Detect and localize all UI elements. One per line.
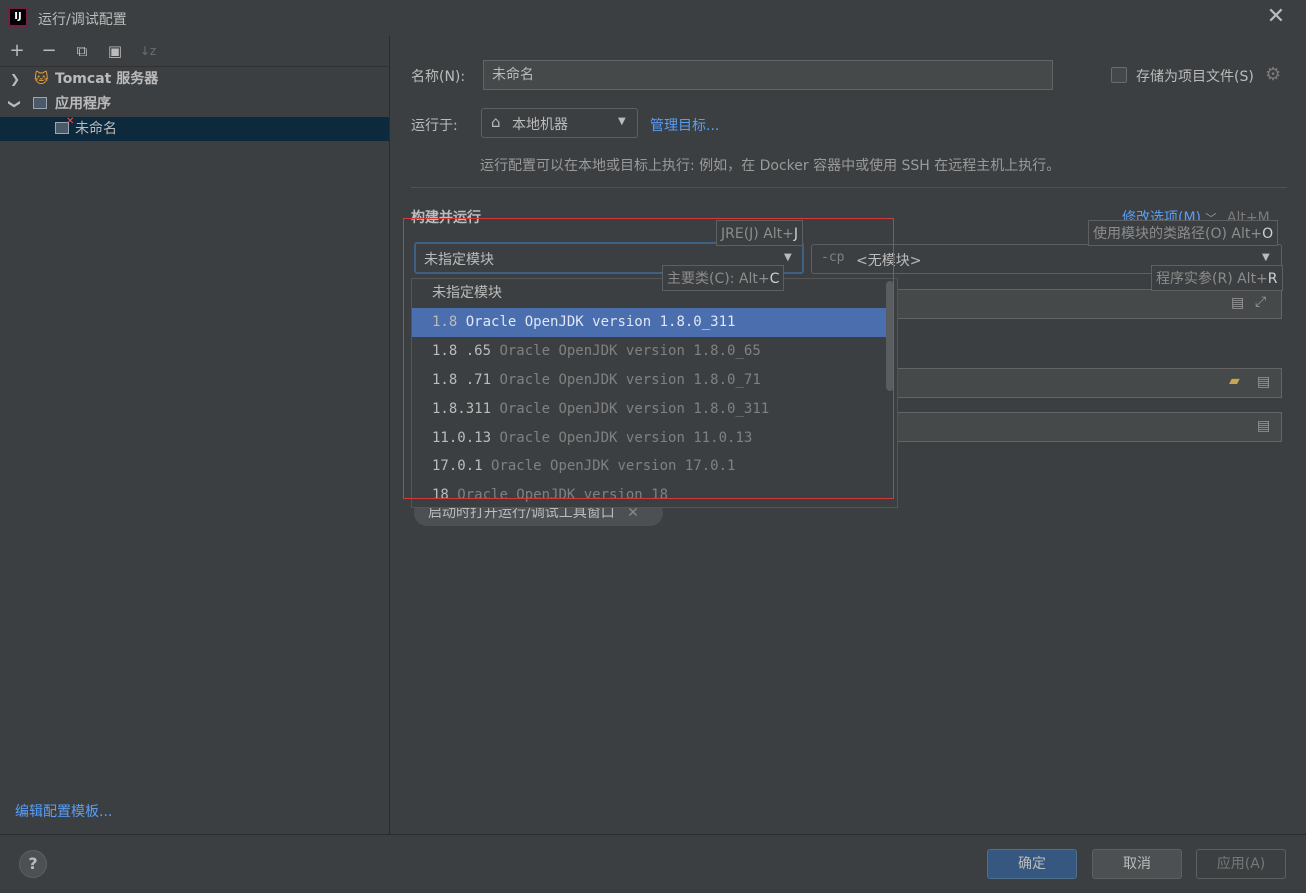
store-as-project-checkbox[interactable] [1111, 67, 1127, 83]
apply-button[interactable]: 应用(A) [1196, 849, 1286, 879]
dropdown-item[interactable]: 未指定模块 [412, 279, 886, 308]
tree-item-unnamed[interactable]: ✕ 未命名 [0, 116, 389, 141]
jre-dropdown: 未指定模块 1.8 Oracle OpenJDK version 1.8.0_3… [411, 278, 898, 508]
tree-item-label: Tomcat 服务器 [55, 71, 159, 87]
help-button[interactable]: ? [19, 850, 47, 878]
dropdown-scrollbar[interactable] [886, 281, 894, 391]
chevron-down-icon: ▼ [1262, 252, 1270, 263]
config-tree-panel [0, 36, 390, 834]
application-icon [33, 97, 47, 109]
classpath-value: <无模块> [856, 253, 922, 269]
tree-item-tomcat[interactable]: ❯ 🐱 Tomcat 服务器 [0, 67, 389, 91]
copy-config-icon[interactable]: ⧉ [71, 40, 93, 62]
close-icon[interactable]: ✕ [1266, 6, 1286, 28]
remove-config-icon[interactable]: − [38, 40, 60, 62]
run-on-value: 本地机器 [512, 117, 568, 133]
dropdown-item[interactable]: 1.8 .71 Oracle OpenJDK version 1.8.0_71 [412, 366, 886, 395]
dropdown-item[interactable]: 17.0.1 Oracle OpenJDK version 17.0.1 [412, 452, 886, 481]
tomcat-icon: 🐱 [34, 71, 49, 87]
tree-item-application[interactable]: ❯ 应用程序 [0, 92, 389, 116]
window-title: 运行/调试配置 [38, 12, 127, 28]
run-on-label: 运行于: [411, 118, 458, 134]
store-as-project-label: 存储为项目文件(S) [1136, 69, 1254, 85]
new-folder-icon[interactable]: ▣ [104, 40, 126, 62]
cp-prefix: -cp [821, 250, 845, 265]
name-label: 名称(N): [411, 69, 466, 85]
tree-item-label: 应用程序 [55, 96, 111, 112]
section-divider [411, 187, 1287, 188]
working-dir-field[interactable]: ▰ ▤ [890, 368, 1282, 398]
jre-tooltip: JRE(J) Alt+J [716, 220, 804, 246]
main-class-tooltip: 主要类(C): Alt+C [662, 265, 785, 291]
expand-icon[interactable]: ⤢ [1255, 294, 1266, 310]
env-vars-field[interactable]: ▤ [890, 412, 1282, 442]
dropdown-item[interactable]: 11.0.13 Oracle OpenJDK version 11.0.13 [412, 424, 886, 453]
sort-icon[interactable]: ↓z [137, 40, 159, 62]
run-on-combo[interactable]: ⌂ 本地机器 ▼ [481, 108, 638, 138]
run-on-hint: 运行配置可以在本地或目标上执行: 例如，在 Docker 容器中或使用 SSH … [480, 158, 1061, 174]
document-icon[interactable]: ▤ [1257, 374, 1270, 390]
manage-targets-link[interactable]: 管理目标... [650, 115, 719, 135]
error-mark-icon: ✕ [66, 116, 75, 127]
document-icon[interactable]: ▤ [1257, 418, 1270, 434]
dropdown-item[interactable]: 1.8.311 Oracle OpenJDK version 1.8.0_311 [412, 395, 886, 424]
module-classpath-tooltip: 使用模块的类路径(O) Alt+O [1088, 220, 1279, 246]
program-args-field[interactable]: ▤ ⤢ [890, 289, 1282, 319]
dropdown-item[interactable]: 1.8 .65 Oracle OpenJDK version 1.8.0_65 [412, 337, 886, 366]
chevron-right-icon[interactable]: ❯ [8, 67, 22, 91]
cancel-button[interactable]: 取消 [1092, 849, 1182, 879]
app-icon: IJ [8, 7, 28, 27]
document-icon[interactable]: ▤ [1231, 295, 1244, 311]
home-icon: ⌂ [491, 113, 501, 131]
add-config-icon[interactable]: + [6, 40, 28, 62]
tree-item-label: 未命名 [75, 121, 117, 137]
edit-templates-link[interactable]: 编辑配置模板... [15, 801, 112, 821]
chevron-down-icon[interactable]: ❯ [3, 97, 27, 111]
gear-icon[interactable]: ⚙ [1265, 64, 1281, 85]
program-args-tooltip: 程序实参(R) Alt+R [1151, 265, 1283, 291]
module-combo-value: 未指定模块 [424, 252, 494, 268]
title-bar: IJ 运行/调试配置 ✕ [0, 0, 1306, 36]
chevron-down-icon: ▼ [618, 116, 626, 127]
ok-button[interactable]: 确定 [987, 849, 1077, 879]
section-title: 构建并运行 [411, 210, 481, 226]
dropdown-item[interactable]: 18 Oracle OpenJDK version 18 [412, 481, 886, 507]
chevron-down-icon: ▼ [784, 252, 792, 263]
dropdown-item-selected[interactable]: 1.8 Oracle OpenJDK version 1.8.0_311 [412, 308, 886, 337]
name-field[interactable]: 未命名 [483, 60, 1053, 90]
folder-icon[interactable]: ▰ [1229, 373, 1240, 389]
bottom-divider [0, 834, 1306, 835]
